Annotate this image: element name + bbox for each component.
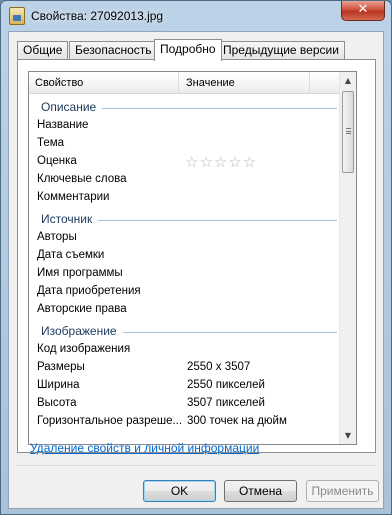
vertical-scrollbar[interactable]: ▲ ▼ bbox=[339, 72, 356, 444]
property-row[interactable]: Ключевые слова bbox=[29, 171, 339, 189]
property-row[interactable]: Авторские права bbox=[29, 301, 339, 319]
scrollbar-thumb[interactable] bbox=[342, 91, 354, 173]
property-row[interactable]: Оценка ☆☆☆☆☆ bbox=[29, 153, 339, 171]
property-value[interactable]: 2550 x 3507 bbox=[187, 361, 250, 373]
remove-properties-link[interactable]: Удаление свойств и личной информации bbox=[30, 441, 259, 455]
group-label: Описание bbox=[41, 100, 103, 114]
property-value[interactable]: 2550 пикселей bbox=[187, 379, 265, 391]
file-properties-icon bbox=[9, 7, 25, 25]
apply-button[interactable]: Применить bbox=[306, 480, 379, 502]
property-value[interactable]: 300 точек на дюйм bbox=[187, 415, 287, 427]
property-row[interactable]: Высота 3507 пикселей bbox=[29, 395, 339, 413]
close-button[interactable]: ✕ bbox=[341, 1, 385, 21]
group-header-image: Изображение bbox=[29, 321, 339, 341]
column-value[interactable]: Значение bbox=[180, 72, 310, 94]
property-key: Авторы bbox=[37, 231, 77, 243]
column-header: Свойство Значение bbox=[29, 72, 339, 94]
tab-security[interactable]: Безопасность bbox=[69, 41, 158, 60]
property-row[interactable]: Горизонтальное разреше... 300 точек на дю… bbox=[29, 413, 339, 431]
group-label: Изображение bbox=[41, 324, 123, 338]
property-key: Имя программы bbox=[37, 267, 123, 279]
details-panel: Свойство Значение Описание Название Тема… bbox=[17, 59, 376, 453]
property-key: Комментарии bbox=[37, 191, 110, 203]
scroll-down-arrow-icon[interactable]: ▼ bbox=[340, 427, 356, 444]
property-key: Код изображения bbox=[37, 343, 131, 355]
property-list: Свойство Значение Описание Название Тема… bbox=[28, 71, 357, 445]
column-property[interactable]: Свойство bbox=[29, 72, 179, 94]
tab-general[interactable]: Общие bbox=[17, 41, 69, 60]
properties-window: Свойства: 27092013.jpg ✕ Общие Безопасно… bbox=[0, 0, 392, 515]
window-title: Свойства: 27092013.jpg bbox=[31, 9, 164, 23]
ok-button[interactable]: OK bbox=[143, 480, 216, 502]
tab-previous-versions[interactable]: Предыдущие версии bbox=[217, 41, 345, 60]
title-bar[interactable]: Свойства: 27092013.jpg ✕ bbox=[1, 1, 391, 31]
property-key: Ключевые слова bbox=[37, 173, 127, 185]
property-key: Оценка bbox=[37, 155, 77, 167]
property-key: Дата съемки bbox=[37, 249, 105, 261]
property-key: Тема bbox=[37, 137, 65, 149]
property-row[interactable]: Имя программы bbox=[29, 265, 339, 283]
tab-details[interactable]: Подробно bbox=[154, 39, 222, 61]
property-key: Горизонтальное разреше... bbox=[37, 415, 183, 427]
property-rows: Описание Название Тема Оценка ☆☆☆☆☆ Ключе… bbox=[29, 95, 339, 431]
property-row[interactable]: Тема bbox=[29, 135, 339, 153]
property-key: Название bbox=[37, 119, 89, 131]
group-header-source: Источник bbox=[29, 209, 339, 229]
property-row[interactable]: Код изображения bbox=[29, 341, 339, 359]
property-row[interactable]: Авторы bbox=[29, 229, 339, 247]
property-key: Высота bbox=[37, 397, 77, 409]
group-header-description: Описание bbox=[29, 97, 339, 117]
property-row[interactable]: Комментарии bbox=[29, 189, 339, 207]
property-key: Размеры bbox=[37, 361, 85, 373]
dialog-body: Общие Безопасность Подробно Предыдущие в… bbox=[8, 31, 384, 509]
property-row[interactable]: Название bbox=[29, 117, 339, 135]
property-row[interactable]: Дата приобретения bbox=[29, 283, 339, 301]
property-row[interactable]: Дата съемки bbox=[29, 247, 339, 265]
grip-icon bbox=[346, 128, 351, 134]
property-key: Ширина bbox=[37, 379, 80, 391]
scroll-up-arrow-icon[interactable]: ▲ bbox=[340, 72, 356, 89]
property-key: Дата приобретения bbox=[37, 285, 141, 297]
property-value[interactable]: 3507 пикселей bbox=[187, 397, 265, 409]
property-key: Авторские права bbox=[37, 303, 127, 315]
divider bbox=[17, 465, 376, 466]
rating-stars-icon[interactable]: ☆☆☆☆☆ bbox=[185, 153, 257, 171]
property-row[interactable]: Ширина 2550 пикселей bbox=[29, 377, 339, 395]
cancel-button[interactable]: Отмена bbox=[224, 480, 297, 502]
group-label: Источник bbox=[41, 212, 99, 226]
property-row[interactable]: Размеры 2550 x 3507 bbox=[29, 359, 339, 377]
